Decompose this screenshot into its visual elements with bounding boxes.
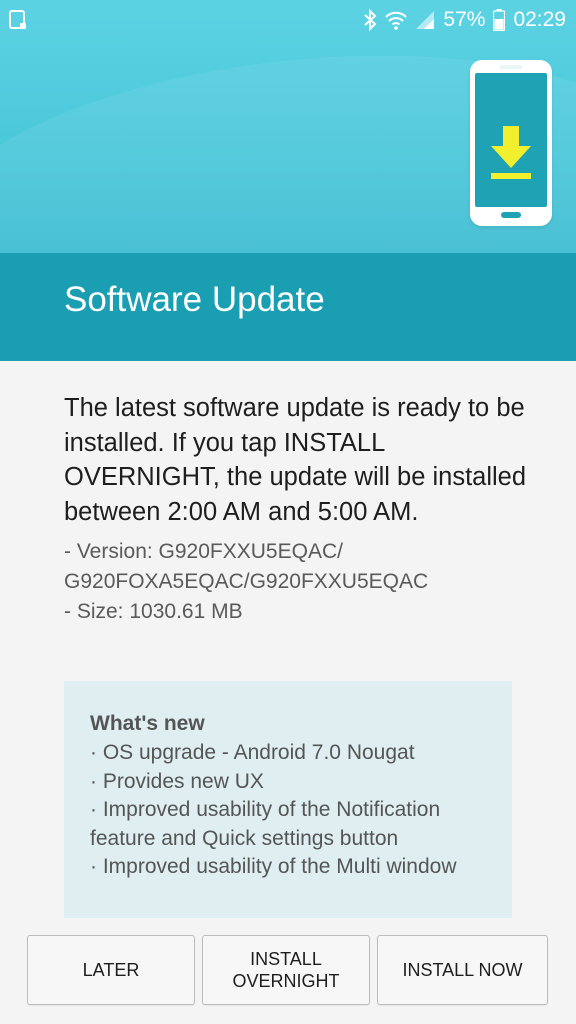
- install-overnight-label: INSTALL OVERNIGHT: [232, 948, 339, 992]
- whats-new-item: · Improved usability of the Notification…: [90, 798, 441, 850]
- whats-new-panel[interactable]: What's new · OS upgrade - Android 7.0 No…: [64, 681, 512, 918]
- install-overnight-label-line-1: INSTALL: [250, 949, 322, 969]
- update-details: The latest software update is ready to b…: [64, 391, 534, 627]
- hero-banner: 57% 02:29: [0, 0, 576, 253]
- status-icons: 57% 02:29: [363, 6, 566, 34]
- status-bar: 57% 02:29: [0, 0, 576, 40]
- whats-new-item: · Improved usability of the Multi window: [90, 855, 457, 878]
- install-overnight-label-line-2: OVERNIGHT: [232, 971, 340, 991]
- install-now-button-label: INSTALL NOW: [402, 960, 523, 980]
- whats-new-item: · Provides new UX: [90, 769, 264, 793]
- title-band: Software Update: [0, 253, 576, 361]
- version-line-2: G920FOXA5EQAC/G920FXXU5EQAC: [64, 570, 429, 593]
- clock: 02:29: [513, 8, 566, 31]
- screenshot-notification-icon: [9, 10, 26, 29]
- later-button[interactable]: LATER: [27, 935, 195, 1005]
- battery-icon: [493, 9, 506, 31]
- later-button-label: LATER: [82, 960, 140, 980]
- whats-new-item: · OS upgrade - Android 7.0 Nougat: [90, 741, 415, 764]
- update-meta: - Version: G920FXXU5EQAC/ G920FOXA5EQAC/…: [64, 537, 534, 627]
- install-now-button[interactable]: INSTALL NOW: [377, 935, 548, 1005]
- phone-illustration: [470, 60, 552, 226]
- battery-percent: 57%: [443, 8, 486, 31]
- version-line-1: - Version: G920FXXU5EQAC/: [64, 540, 343, 563]
- phone-speaker: [500, 65, 522, 69]
- wifi-icon: [385, 11, 408, 30]
- whats-new-content: What's new · OS upgrade - Android 7.0 No…: [90, 709, 500, 882]
- page-title: Software Update: [64, 280, 325, 319]
- action-buttons: LATER INSTALL OVERNIGHT INSTALL NOW: [27, 935, 549, 1007]
- phone-home-button: [501, 212, 521, 218]
- update-description: The latest software update is ready to b…: [64, 394, 527, 526]
- size-line: - Size: 1030.61 MB: [64, 600, 243, 623]
- bluetooth-icon: [364, 9, 377, 31]
- phone-screen: [475, 73, 547, 207]
- download-arrow-icon: [491, 126, 531, 179]
- whats-new-heading: What's new: [90, 712, 205, 735]
- install-overnight-button[interactable]: INSTALL OVERNIGHT: [202, 935, 370, 1005]
- cell-signal-icon: [416, 11, 435, 29]
